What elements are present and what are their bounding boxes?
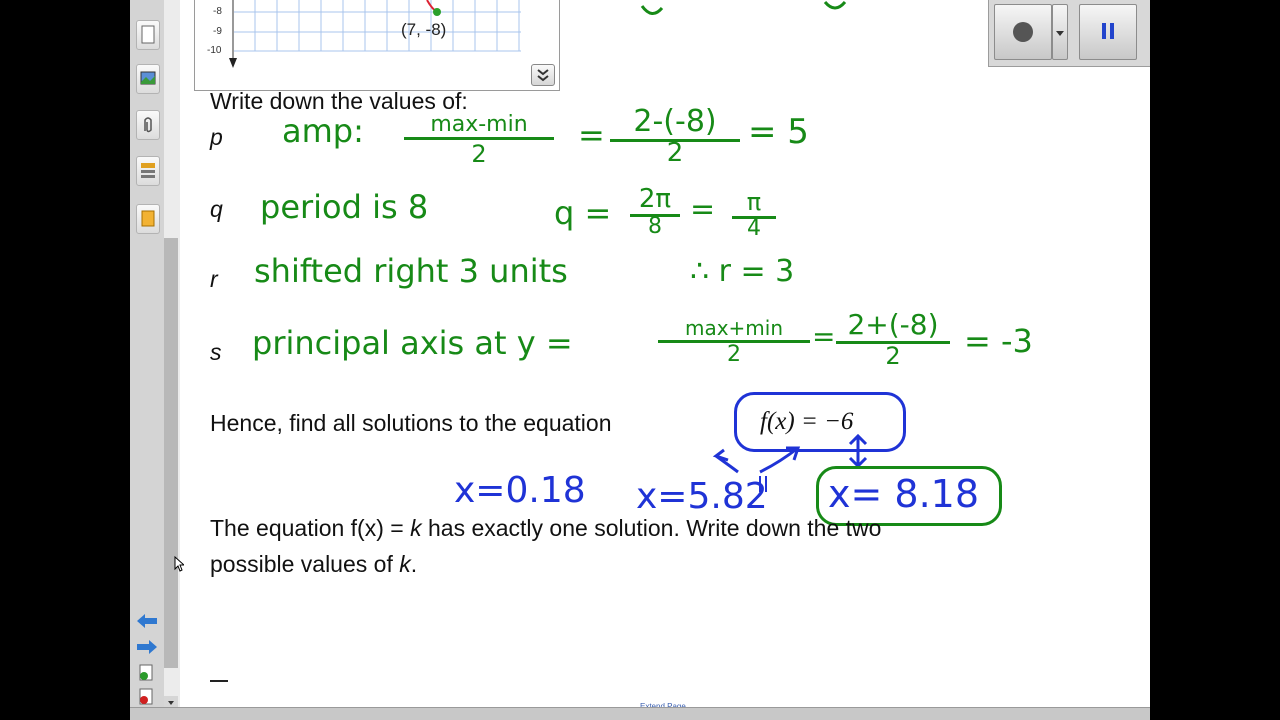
hw-principal-axis: principal axis at y = [252, 324, 573, 362]
handwriting-fragment [640, 0, 1022, 15]
y-tick-label: -9 [213, 26, 222, 37]
hw-s-eq: = [812, 320, 836, 353]
record-button[interactable] [994, 4, 1052, 60]
question-hence: Hence, find all solutions to the equatio… [210, 410, 612, 436]
hw-shifted: shifted right 3 units [254, 252, 568, 290]
hw-q-eq: = [690, 192, 716, 227]
hw-p-numerator2: 2-(-8) [610, 104, 740, 142]
text-cursor [210, 680, 228, 682]
recorder-toolbar [988, 0, 1150, 67]
add-page-icon[interactable] [138, 664, 156, 682]
notebook-page[interactable]: -8 -9 -10 (7, -8) Write down the values … [180, 0, 1150, 711]
expand-icon[interactable] [531, 64, 555, 86]
pause-button[interactable] [1079, 4, 1137, 60]
hw-q-den2: 4 [747, 216, 761, 241]
bottom-toolbar [130, 707, 1150, 720]
hw-solution-3: x= 8.18 [828, 472, 980, 516]
var-q: q [210, 196, 223, 222]
back-arrow-icon[interactable] [135, 612, 159, 630]
q3-k: k [399, 551, 411, 577]
question-k-line2: possible values of k. [210, 551, 417, 578]
hw-solution-1: x=0.18 [454, 470, 586, 511]
hw-s-num: max+min [658, 316, 810, 343]
hw-r-result: ∴ r = 3 [690, 254, 795, 289]
hw-p-eq: = [578, 116, 605, 154]
y-tick-label: -8 [213, 6, 222, 17]
gallery-icon[interactable] [136, 64, 160, 94]
var-r: r [210, 266, 218, 292]
q3-text: possible values of [210, 551, 400, 577]
record-dropdown[interactable] [1052, 4, 1068, 60]
question-k-line1: The equation f(x) = k has exactly one so… [210, 515, 881, 542]
hw-p-denominator: 2 [471, 140, 487, 168]
question-write-down: Write down the values of: [210, 88, 468, 114]
q3-text: The equation f(x) = [210, 515, 411, 541]
page-scrollbar[interactable] [164, 238, 178, 668]
var-s: s [210, 339, 222, 365]
point-label: (7, -8) [401, 20, 447, 39]
page-sorter-icon[interactable] [136, 20, 160, 50]
hw-s-num2: 2+(-8) [836, 308, 950, 344]
hw-period: period is 8 [260, 188, 429, 226]
hw-p-result: = 5 [748, 112, 809, 152]
hw-s-result: = -3 [964, 322, 1033, 360]
graph-widget[interactable]: -8 -9 -10 (7, -8) [194, 0, 560, 91]
q3-text: has exactly one solution. Write down the… [421, 515, 882, 541]
hw-p-denominator2: 2 [666, 138, 684, 168]
hw-s-den: 2 [727, 342, 741, 367]
forward-arrow-icon[interactable] [135, 638, 159, 656]
var-p: p [210, 124, 223, 150]
hw-q-var: q = [554, 194, 612, 232]
hw-s-den2: 2 [885, 342, 901, 370]
q3-k: k [410, 515, 422, 541]
addons-icon[interactable] [136, 204, 160, 234]
q3-text: . [410, 551, 418, 577]
hw-p-numerator: max-min [404, 112, 554, 140]
attachments-icon[interactable] [136, 110, 160, 140]
side-tab-bar [130, 0, 165, 720]
y-tick-label: -10 [207, 45, 222, 56]
hw-solution-2: x=5.82 [636, 476, 768, 517]
hw-q-num2: π [732, 188, 776, 219]
hw-amp-label: amp: [282, 112, 364, 150]
mouse-pointer [174, 555, 186, 572]
pause-icon [1102, 23, 1114, 39]
hw-q-num: 2π [630, 184, 680, 217]
smart-notebook-window: ↔ [130, 0, 1150, 720]
properties-icon[interactable] [136, 156, 160, 186]
delete-page-icon[interactable] [138, 688, 156, 706]
hw-q-den: 8 [648, 214, 662, 239]
